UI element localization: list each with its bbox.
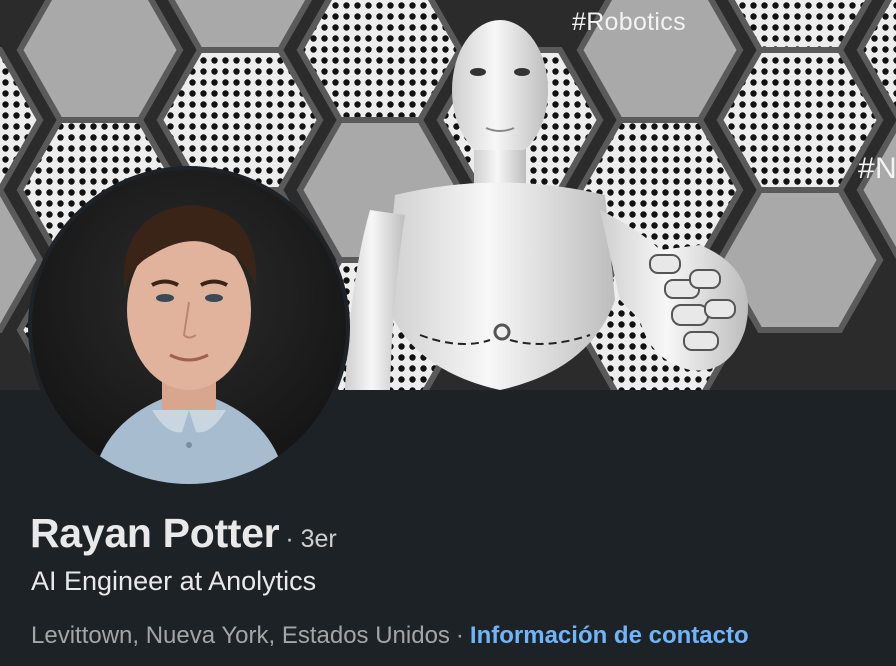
profile-photo-avatar[interactable]	[28, 166, 350, 488]
profile-headline: AI Engineer at Anolytics	[31, 566, 317, 596]
profile-name: Rayan Potter	[30, 510, 280, 556]
profile-location: Levittown, Nueva York, Estados Unidos	[31, 622, 450, 649]
avatar-portrait-image	[32, 170, 346, 484]
profile-location-row: Levittown, Nueva York, Estados Unidos · In…	[31, 622, 749, 650]
banner-hashtag-robotics: #Robotics	[572, 8, 686, 36]
banner-hashtag-partial: #N	[858, 152, 896, 185]
contact-info-link[interactable]: Información de contacto	[470, 622, 749, 649]
location-separator: ·	[455, 622, 464, 649]
profile-name-row: Rayan Potter · 3er	[30, 510, 337, 557]
connection-degree-badge: · 3er	[285, 525, 337, 553]
